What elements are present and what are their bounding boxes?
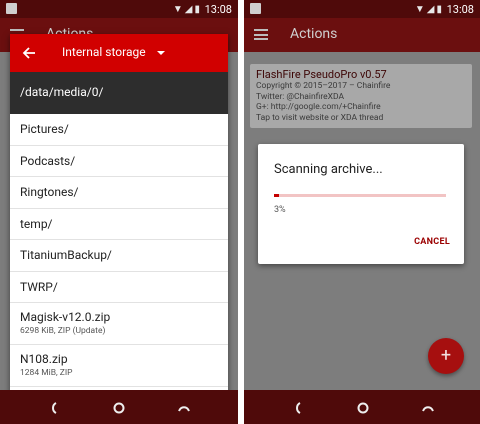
- scanning-dialog: Scanning archive... 3% CANCEL: [258, 144, 464, 264]
- google-plus-line: G+: http://google.com/+Chainfire: [256, 102, 381, 112]
- file-detail: 6298 KiB, ZIP (Update): [20, 326, 106, 336]
- list-item-file[interactable]: Magisk-v12.0.zip 6298 KiB, ZIP (Update): [10, 303, 228, 345]
- file-name: Magisk-v12.0.zip: [20, 310, 111, 324]
- nav-back-icon[interactable]: [47, 400, 61, 414]
- plus-icon: +: [440, 345, 452, 366]
- status-bar: ▼◢▮ 13:08: [244, 0, 480, 18]
- app-info-card[interactable]: FlashFire PseudoPro v0.57 Copyright © 20…: [250, 64, 472, 128]
- navigation-bar: [244, 390, 480, 424]
- progress-fill: [274, 194, 280, 197]
- app-version-title: FlashFire PseudoPro v0.57: [256, 68, 387, 81]
- notification-icon: [6, 3, 17, 14]
- file-picker-dialog: Internal storage /data/media/0/ Pictures…: [10, 34, 228, 394]
- navigation-bar: [0, 390, 238, 424]
- current-path: /data/media/0/: [10, 72, 228, 114]
- dialog-title: Scanning archive...: [274, 162, 383, 177]
- add-button[interactable]: +: [428, 338, 464, 374]
- nav-home-icon[interactable]: [112, 400, 126, 414]
- screenshot-frame: ▼◢▮ 13:08 Actions Internal storage /data…: [0, 0, 480, 424]
- hamburger-icon[interactable]: [254, 29, 268, 40]
- nav-recent-icon[interactable]: [177, 400, 191, 414]
- list-item-file[interactable]: N108.zip 1284 MiB, ZIP: [10, 345, 228, 387]
- app-bar: Actions: [244, 18, 480, 52]
- nav-back-icon[interactable]: [291, 400, 305, 414]
- progress-bar: [274, 194, 446, 197]
- twitter-line: Twitter: @ChainfireXDA: [256, 91, 345, 102]
- app-bar-title: Actions: [290, 26, 338, 42]
- progress-percent: 3%: [274, 205, 286, 215]
- list-item-folder[interactable]: Ringtones/: [10, 177, 228, 209]
- status-icons: ▼◢▮: [414, 4, 444, 15]
- file-detail: 1284 MiB, ZIP: [20, 368, 73, 378]
- list-item-folder[interactable]: Pictures/: [10, 114, 228, 146]
- cancel-button[interactable]: CANCEL: [414, 237, 450, 247]
- picker-header: Internal storage: [10, 34, 228, 72]
- list-item-folder[interactable]: temp/: [10, 209, 228, 240]
- file-list: Pictures/ Podcasts/ Ringtones/ temp/ Tit…: [10, 114, 228, 387]
- status-time: 13:08: [204, 3, 232, 16]
- list-item-folder[interactable]: Podcasts/: [10, 146, 228, 177]
- arrow-back-icon[interactable]: [22, 45, 36, 59]
- copyright-line: Copyright © 2015–2017 – Chainfire: [256, 81, 391, 91]
- left-phone-screen: ▼◢▮ 13:08 Actions Internal storage /data…: [0, 0, 238, 424]
- status-time: 13:08: [446, 3, 474, 16]
- list-item-folder[interactable]: TitaniumBackup/: [10, 240, 228, 272]
- nav-home-icon[interactable]: [356, 400, 370, 414]
- file-name: N108.zip: [20, 352, 68, 366]
- nav-recent-icon[interactable]: [421, 400, 435, 414]
- website-hint-line: Tap to visit website or XDA thread: [256, 112, 384, 123]
- status-icons: ▼◢▮: [172, 4, 202, 15]
- status-bar: ▼◢▮ 13:08: [0, 0, 238, 18]
- storage-selector[interactable]: Internal storage: [62, 45, 146, 59]
- list-item-folder[interactable]: TWRP/: [10, 272, 228, 303]
- caret-down-icon[interactable]: [157, 51, 165, 55]
- right-phone-screen: ▼◢▮ 13:08 Actions FlashFire PseudoPro v0…: [244, 0, 480, 424]
- notification-icon: [250, 3, 261, 14]
